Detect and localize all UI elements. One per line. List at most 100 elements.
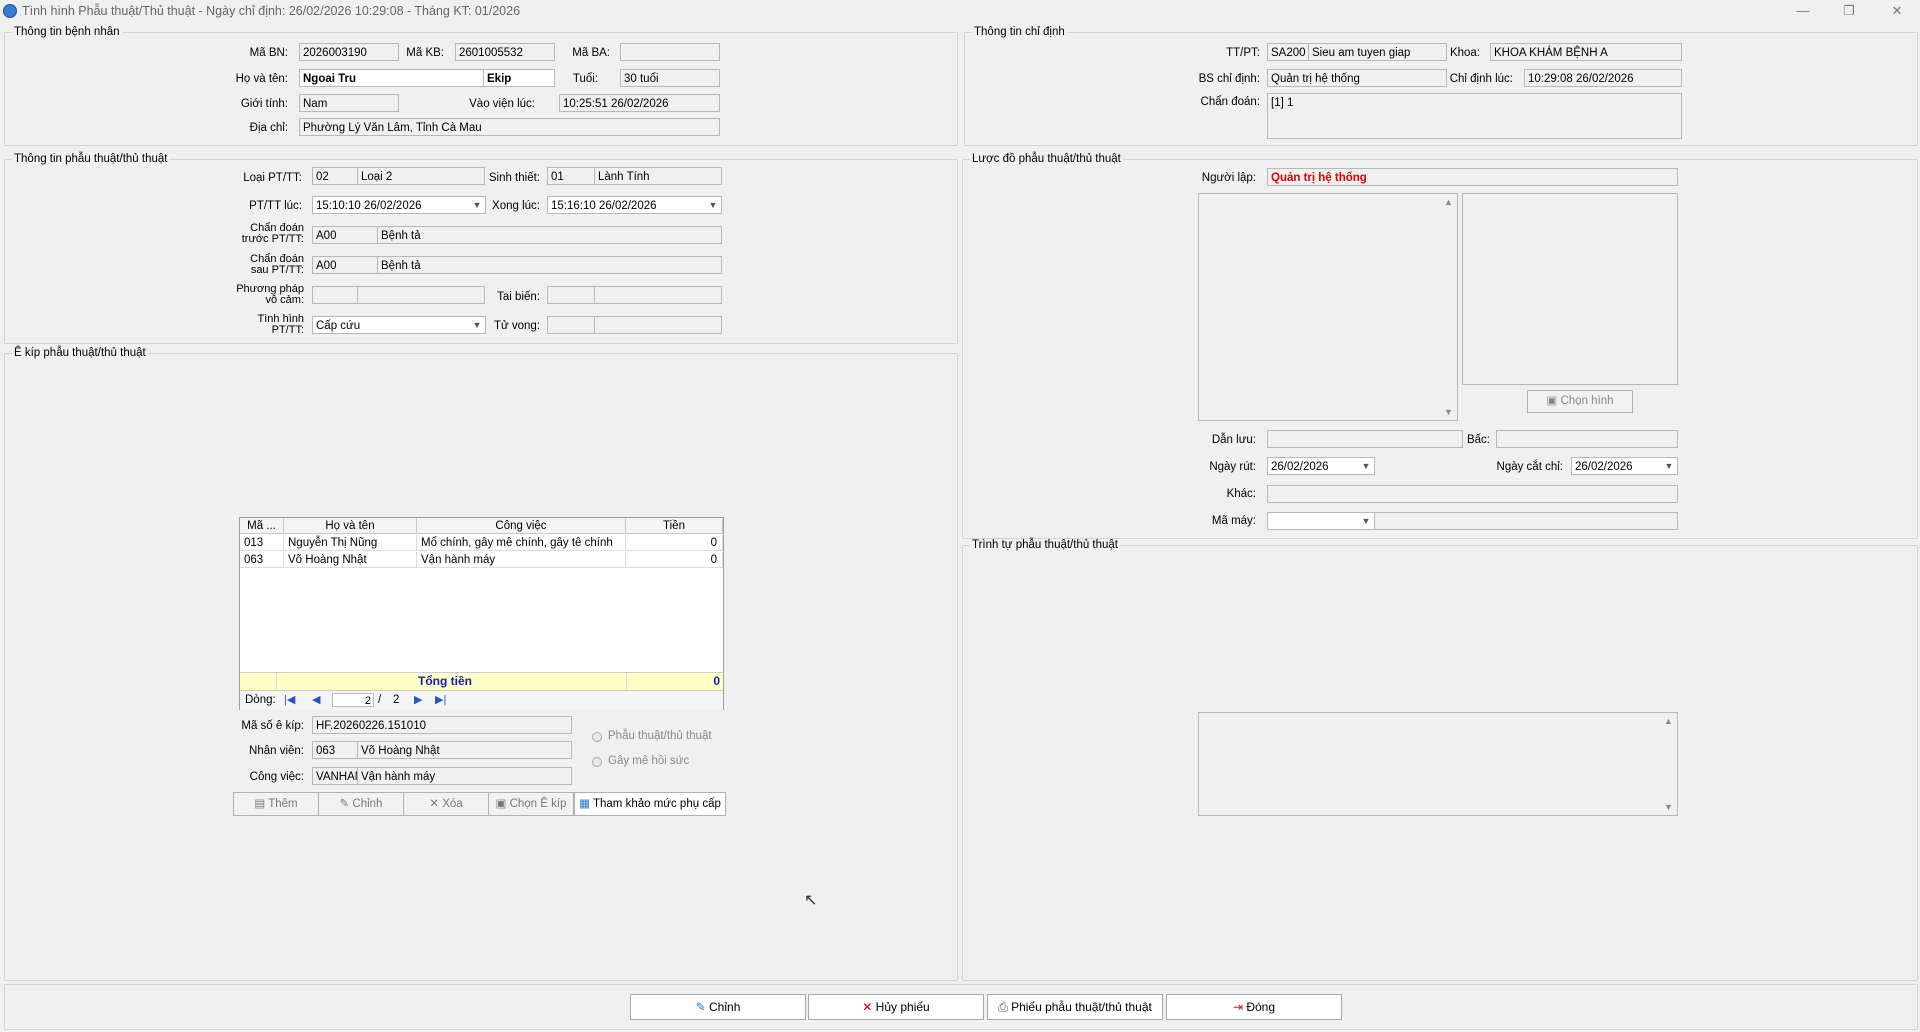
ttpt-label: TT/PT: [1226,47,1260,59]
chon-hinh-button[interactable]: ▣ Chọn hình [1527,390,1633,413]
diagram-image-box[interactable] [1462,193,1678,385]
sequence-scrollbar[interactable]: ▲ ▼ [1661,713,1677,815]
loai-ptt-code-field[interactable]: 02 [312,167,358,185]
vo-cam-code-field[interactable] [312,286,358,304]
nhan-vien-name-field[interactable]: Võ Hoàng Nhật [357,741,572,759]
chon-hinh-label: Chọn hình [1560,395,1614,407]
ekip-field[interactable]: Ekip [483,69,555,87]
vo-cam-name-field[interactable] [357,286,485,304]
nav-current-input[interactable]: 2 [332,693,374,707]
chevron-down-icon[interactable]: ▼ [705,197,721,213]
tuoi-field[interactable]: 30 tuổi [620,69,720,87]
restore-button[interactable]: ❐ [1832,2,1866,20]
tuoi-label: Tuổi: [572,73,598,85]
ma-kb-field[interactable]: 2601005532 [455,43,555,61]
tinh-hinh-select[interactable]: Cấp cứu ▼ [312,316,486,334]
sequence-text-area[interactable]: ▲ ▼ [1198,712,1678,816]
row1-ten[interactable]: Nguyễn Thị Nũng [284,535,417,551]
xong-luc-value: 15:16:10 26/02/2026 [551,200,657,212]
row2-ten[interactable]: Võ Hoàng Nhật [284,552,417,568]
scroll-up-icon[interactable]: ▲ [1664,716,1673,726]
them-button[interactable]: ▤ Thêm [233,792,319,816]
chevron-down-icon[interactable]: ▼ [1358,458,1374,474]
ttpt-name-field[interactable]: Sieu am tuyen giap [1308,43,1447,61]
chan-doan-field[interactable]: [1] 1 [1267,93,1682,139]
team-grid[interactable]: Mã ... Họ và tên Công việc Tiền 013 Nguy… [239,517,724,710]
loai-ptt-name-field[interactable]: Loại 2 [357,167,485,185]
tu-vong-code-field[interactable] [547,316,595,334]
ngay-cat-chi-label: Ngày cắt chỉ: [1496,461,1563,473]
tai-bien-label: Tai biến: [497,291,540,303]
cd-sau-code-field[interactable]: A00 [312,256,378,274]
phieu-ptt-button[interactable]: ⎙ Phiếu phẫu thuật/thủ thuật [987,994,1163,1020]
khac-field[interactable] [1267,485,1678,503]
ptt-luc-picker[interactable]: 15:10:10 26/02/2026 ▼ [312,196,486,214]
huy-phieu-button[interactable]: ✕ Hủy phiếu [808,994,984,1020]
chevron-down-icon[interactable]: ▼ [1661,458,1677,474]
tham-khao-button[interactable]: ▦ Tham khảo mức phụ cấp [574,792,726,816]
prev-page-icon[interactable]: ◀ [312,693,320,706]
ho-ten-field[interactable]: Ngoai Tru [299,69,484,87]
ngay-cat-chi-picker[interactable]: 26/02/2026 ▼ [1571,457,1678,475]
cd-truoc-name-field[interactable]: Bệnh tả [377,226,722,244]
ngay-rut-picker[interactable]: 26/02/2026 ▼ [1267,457,1375,475]
scroll-up-icon[interactable]: ▲ [1444,197,1453,207]
col-ma[interactable]: Mã ... [240,518,284,534]
khoa-field[interactable]: KHOA KHÁM BỆNH A [1490,43,1682,61]
edit-icon: ✎ [695,1000,710,1014]
col-tien[interactable]: Tiền [626,518,723,534]
ttpt-code-field[interactable]: SA200 [1267,43,1309,61]
cd-sau-name-field[interactable]: Bệnh tả [377,256,722,274]
ma-may-select[interactable]: ▼ [1267,512,1375,530]
chevron-down-icon[interactable]: ▼ [1358,513,1374,529]
cd-truoc-label-line2: trước PT/TT: [241,233,304,245]
row1-ma[interactable]: 013 [240,535,284,551]
tu-vong-name-field[interactable] [594,316,722,334]
scroll-down-icon[interactable]: ▼ [1664,802,1673,812]
dan-luu-field[interactable] [1267,430,1463,448]
vao-vien-field[interactable]: 10:25:51 26/02/2026 [559,94,720,112]
sinh-thiet-code-field[interactable]: 01 [547,167,595,185]
row1-cong-viec[interactable]: Mổ chính, gây mê chính, gây tê chính [417,535,626,551]
row1-tien[interactable]: 0 [626,535,723,551]
row2-tien[interactable]: 0 [626,552,723,568]
tai-bien-code-field[interactable] [547,286,595,304]
next-page-icon[interactable]: ▶ [414,693,422,706]
cong-viec-code-field[interactable]: VANHAN [312,767,358,785]
scroll-down-icon[interactable]: ▼ [1444,407,1453,417]
radio-gay-me[interactable] [592,757,602,767]
bs-chi-dinh-field[interactable]: Quản trị hệ thống [1267,69,1447,87]
nguoi-lap-field[interactable]: Quản trị hệ thống [1267,168,1678,186]
diagram-scrollbar[interactable]: ▲ ▼ [1441,194,1457,420]
ma-may-name-field[interactable] [1374,512,1678,530]
row2-ma[interactable]: 063 [240,552,284,568]
gioi-tinh-field[interactable]: Nam [299,94,399,112]
chon-ekip-button[interactable]: ▣ Chọn Ê kíp [488,792,574,816]
ma-so-ekip-field[interactable]: HF.20260226.151010 [312,716,572,734]
chi-dinh-luc-field[interactable]: 10:29:08 26/02/2026 [1524,69,1682,87]
row2-cong-viec[interactable]: Vận hành máy [417,552,626,568]
last-page-icon[interactable]: ▶| [435,693,446,706]
bac-field[interactable] [1496,430,1678,448]
first-page-icon[interactable]: |◀ [284,693,295,706]
xong-luc-picker[interactable]: 15:16:10 26/02/2026 ▼ [547,196,722,214]
cong-viec-name-field[interactable]: Vận hành máy [357,767,572,785]
xoa-button[interactable]: ✕ Xóa [403,792,489,816]
tai-bien-name-field[interactable] [594,286,722,304]
sinh-thiet-name-field[interactable]: Lành Tính [594,167,722,185]
dong-button[interactable]: ⇥ Đóng [1166,994,1342,1020]
nhan-vien-code-field[interactable]: 063 [312,741,358,759]
ma-ba-field[interactable] [620,43,720,61]
gioi-tinh-label: Giới tính: [240,98,288,110]
cd-truoc-code-field[interactable]: A00 [312,226,378,244]
chinh-ekip-button[interactable]: ✎ Chỉnh [318,792,404,816]
diagram-text-area[interactable]: ▲ ▼ [1198,193,1458,421]
radio-phau-thuat[interactable] [592,732,602,742]
ma-bn-field[interactable]: 2026003190 [299,43,399,61]
dia-chi-field[interactable]: Phường Lý Văn Lâm, Tỉnh Cà Mau [299,118,720,136]
col-ho-ten[interactable]: Họ và tên [284,518,417,534]
col-cong-viec[interactable]: Công việc [417,518,626,534]
close-button[interactable]: ✕ [1880,2,1914,20]
minimize-button[interactable]: — [1786,2,1820,20]
chinh-button[interactable]: ✎ Chỉnh [630,994,806,1020]
